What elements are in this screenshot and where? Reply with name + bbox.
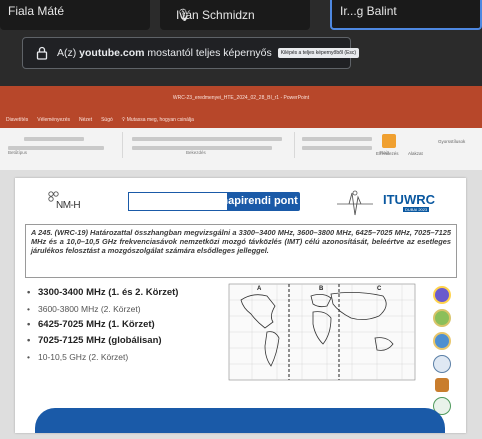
satellite-icon	[433, 355, 451, 373]
itu-wrc-logo: ITUWRC	[383, 192, 435, 207]
tab-review[interactable]: Véleményezés	[37, 117, 70, 123]
list-item: 6425-7025 MHz (1. Körzet)	[27, 318, 227, 334]
itu-regions-world-map: A B C	[227, 282, 417, 382]
list-item: 3300-3400 MHz (1. és 2. Körzet)	[27, 286, 227, 302]
slide-title: 1.2. napirendi pont	[200, 195, 298, 207]
itu-globe-icon	[433, 286, 451, 304]
document-title: WRC-23_eredmenyei_HTE_2024_02_28_BI_r1 -…	[172, 95, 310, 101]
group-label: Betűtípus	[8, 150, 28, 155]
itu-wrc-subtitle: DUBAI 2023	[403, 207, 430, 212]
list-item: 7025-7125 MHz (globálisan)	[27, 334, 227, 350]
fullscreen-notification: A(z) youtube.com mostantól teljes képern…	[22, 37, 360, 69]
tell-me-search[interactable]: 💡︎ Mutassa meg, hogyan csinálja	[122, 117, 194, 123]
service-logo-icon	[433, 332, 451, 350]
title-bar: WRC-23_eredmenyei_HTE_2024_02_28_BI_r1 -…	[0, 86, 482, 112]
lightbulb-icon: 💡︎	[121, 117, 126, 123]
nmhh-logo: NM-H	[48, 190, 108, 219]
exit-fullscreen-hint[interactable]: Kilépés a teljes képernyőből (Esc)	[277, 48, 360, 58]
font-group: Betűtípus	[4, 132, 123, 158]
toast-suffix: mostantól teljes képernyős	[144, 47, 272, 59]
toast-prefix: A(z)	[57, 47, 80, 59]
radio-tower-icon	[435, 378, 449, 392]
shape-label[interactable]: Alakzat	[408, 151, 423, 156]
participant-tile-active-speaker[interactable]: Ir...g Balint	[330, 0, 482, 30]
ribbon-tabs: Diavetítés Véleményezés Nézet Súgó 💡︎ Mu…	[0, 112, 482, 128]
participant-name: Fiala Máté	[8, 4, 65, 18]
paragraph-group: Bekezdés	[126, 132, 295, 158]
svg-text:B: B	[319, 286, 324, 292]
svg-text:A: A	[257, 286, 262, 292]
wmo-emblem-icon	[433, 309, 451, 327]
group-label: Rajz	[380, 150, 390, 155]
tab-view[interactable]: Nézet	[79, 117, 92, 123]
slide-editing-area: NM-H 1.2. napirendi pont ITUWRC DUBAI 20…	[0, 170, 482, 439]
paragraph-controls[interactable]	[132, 137, 282, 141]
shape-gallery-row2[interactable]	[302, 146, 372, 150]
service-icons-column	[431, 286, 453, 420]
participant-name-text: Iván Schmidzn	[176, 8, 255, 22]
resolution-textbox: A 245. (WRC-19) Határozattal összhangban…	[25, 224, 457, 278]
participant-tile[interactable]: Fiala Máté	[0, 0, 150, 30]
nmhh-wordmark: NM-H	[56, 200, 81, 211]
tell-me-label: Mutassa meg, hogyan csinálja	[126, 117, 194, 123]
participant-tile[interactable]: 🎙︎ Iván Schmidzn	[160, 0, 310, 30]
tab-help[interactable]: Súgó	[101, 117, 113, 123]
frequency-band-list: 3300-3400 MHz (1. és 2. Körzet) 3600-380…	[27, 286, 227, 366]
tab-slideshow[interactable]: Diavetítés	[6, 117, 28, 123]
svg-text:C: C	[377, 286, 382, 292]
ribbon: Betűtípus Bekezdés Elrendezés Alakzat Gy…	[0, 128, 482, 171]
fullscreen-message: A(z) youtube.com mostantól teljes képern…	[57, 47, 272, 59]
slide-footer-band	[35, 408, 445, 433]
arrange-icon[interactable]	[382, 134, 396, 148]
lock-icon	[36, 46, 48, 60]
toast-site: youtube.com	[79, 47, 145, 59]
slide[interactable]: NM-H 1.2. napirendi pont ITUWRC DUBAI 20…	[15, 178, 466, 433]
participant-name: Ir...g Balint	[340, 4, 397, 18]
list-item: 10-10,5 GHz (2. Körzet)	[27, 350, 227, 366]
shape-gallery[interactable]	[302, 137, 372, 141]
list-item: 3600-3800 MHz (2. Körzet)	[27, 302, 227, 318]
drawing-group: Elrendezés Alakzat Gyorsstílusok Rajz	[298, 132, 478, 158]
antenna-icon	[337, 189, 373, 222]
font-controls[interactable]	[24, 137, 84, 141]
quick-styles-label[interactable]: Gyorsstílusok	[438, 139, 465, 144]
powerpoint-window: WRC-23_eredmenyei_HTE_2024_02_28_BI_r1 -…	[0, 86, 482, 439]
group-label: Bekezdés	[186, 150, 206, 155]
